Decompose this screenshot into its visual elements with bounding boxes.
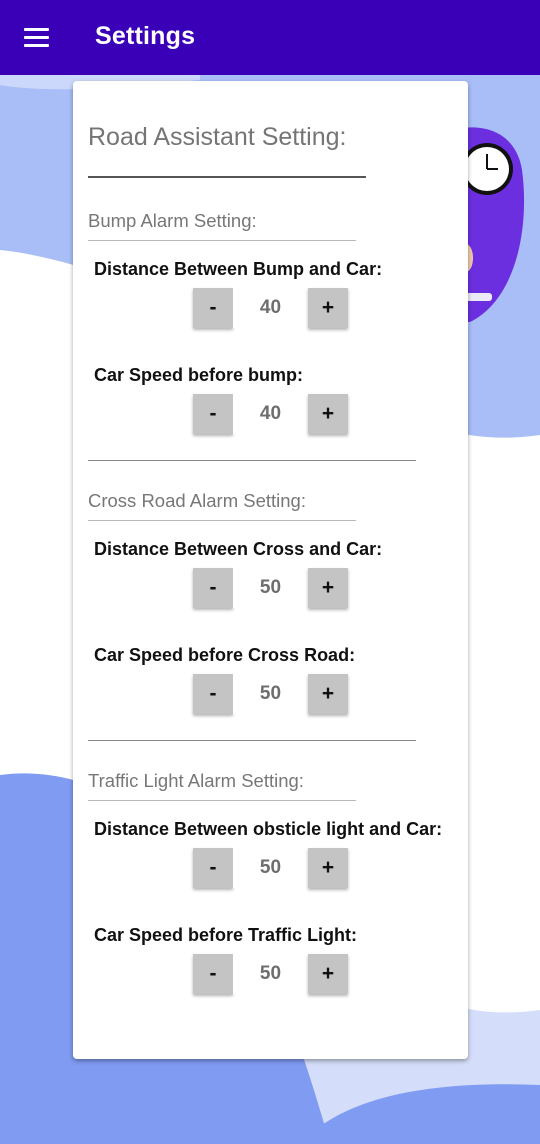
field-label-bump-distance: Distance Between Bump and Car: — [94, 259, 383, 279]
app-bar-title: Settings — [95, 22, 196, 50]
stepper-cross-distance: - 50 + — [193, 568, 348, 608]
increment-button[interactable]: + — [308, 394, 348, 434]
section-underline — [88, 240, 356, 241]
stepper-traffic-speed: - 50 + — [193, 954, 348, 994]
card-title: Road Assistant Setting: — [88, 123, 347, 151]
decrement-button[interactable]: - — [193, 848, 233, 888]
stepper-value[interactable]: 50 — [233, 954, 308, 994]
decrement-button[interactable]: - — [193, 288, 233, 328]
increment-button[interactable]: + — [308, 288, 348, 328]
stepper-value[interactable]: 50 — [233, 568, 308, 608]
field-label-traffic-speed: Car Speed before Traffic Light: — [94, 925, 358, 945]
stepper-bump-speed: - 40 + — [193, 394, 348, 434]
decrement-button[interactable]: - — [193, 674, 233, 714]
section-divider — [88, 460, 416, 461]
field-label-traffic-distance: Distance Between obsticle light and Car: — [94, 819, 443, 839]
app-bar: Settings — [0, 0, 540, 75]
section-underline — [88, 520, 356, 521]
increment-button[interactable]: + — [308, 848, 348, 888]
stepper-value[interactable]: 50 — [233, 674, 308, 714]
decrement-button[interactable]: - — [193, 394, 233, 434]
settings-card: Road Assistant Setting: Bump Alarm Setti… — [73, 81, 468, 1059]
card-title-underline — [88, 176, 366, 178]
stepper-traffic-distance: - 50 + — [193, 848, 348, 888]
stepper-bump-distance: - 40 + — [193, 288, 348, 328]
field-label-cross-distance: Distance Between Cross and Car: — [94, 539, 383, 559]
field-label-bump-speed: Car Speed before bump: — [94, 365, 304, 385]
increment-button[interactable]: + — [308, 568, 348, 608]
decrement-button[interactable]: - — [193, 568, 233, 608]
stepper-cross-speed: - 50 + — [193, 674, 348, 714]
section-title-cross-road: Cross Road Alarm Setting: — [88, 490, 306, 511]
section-title-bump: Bump Alarm Setting: — [88, 210, 257, 231]
decrement-button[interactable]: - — [193, 954, 233, 994]
increment-button[interactable]: + — [308, 674, 348, 714]
hamburger-menu-icon[interactable] — [24, 28, 49, 48]
clock-icon — [461, 143, 513, 195]
section-divider — [88, 740, 416, 741]
stepper-value[interactable]: 40 — [233, 394, 308, 434]
field-label-cross-speed: Car Speed before Cross Road: — [94, 645, 356, 665]
stepper-value[interactable]: 40 — [233, 288, 308, 328]
section-title-traffic-light: Traffic Light Alarm Setting: — [88, 770, 304, 791]
increment-button[interactable]: + — [308, 954, 348, 994]
stepper-value[interactable]: 50 — [233, 848, 308, 888]
section-underline — [88, 800, 356, 801]
